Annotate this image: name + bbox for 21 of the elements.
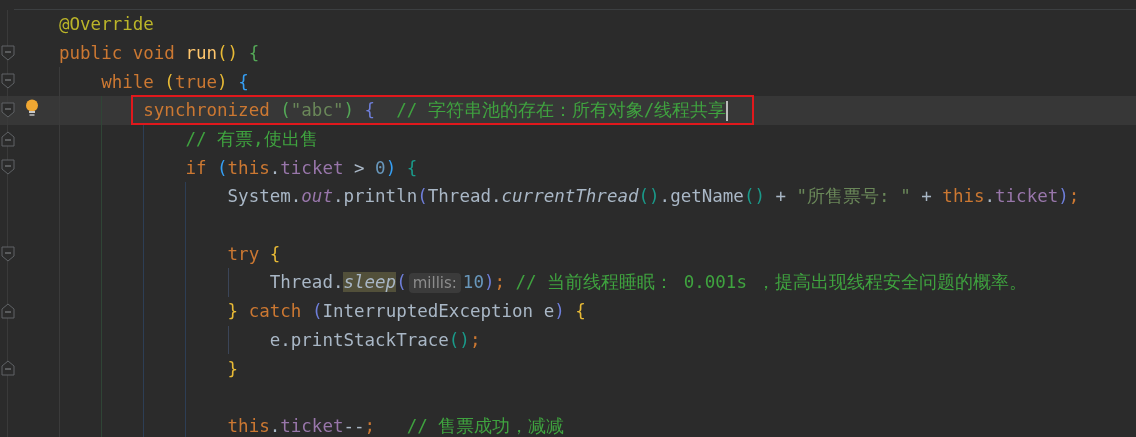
fold-icon[interactable] bbox=[1, 159, 15, 176]
code-line: } bbox=[227, 357, 239, 381]
fold-icon[interactable] bbox=[1, 360, 15, 377]
code-line: while (true) { bbox=[101, 70, 249, 94]
fold-icon[interactable] bbox=[1, 44, 15, 61]
code-line: try { bbox=[227, 242, 281, 266]
code-line: } catch (InterruptedException e) { bbox=[227, 300, 586, 324]
fold-icon[interactable] bbox=[1, 102, 15, 119]
fold-icon[interactable] bbox=[1, 73, 15, 90]
code-line: @Override bbox=[59, 13, 154, 37]
lightbulb-icon[interactable] bbox=[25, 99, 39, 118]
code-line: System.out.println(Thread.currentThread().getName() + "所售票号: " + this.ticket); bbox=[227, 185, 1080, 209]
fold-icon[interactable] bbox=[1, 245, 15, 262]
code-line: e.printStackTrace(); bbox=[269, 328, 481, 352]
code-line: Thread.sleep( millis: 10); // 当前线程睡眠： 0.001s ，提高出现线程安全问题的概率。 bbox=[269, 271, 1028, 296]
code-line: this.ticket--; // 售票成功，减减 bbox=[227, 414, 565, 437]
fold-icon[interactable] bbox=[1, 130, 15, 147]
fold-icon[interactable] bbox=[1, 302, 15, 319]
code-line: public void run() { bbox=[59, 42, 260, 66]
code-line: // 有票,使出售 bbox=[185, 128, 318, 152]
code-line: if (this.ticket > 0) { bbox=[185, 156, 418, 180]
